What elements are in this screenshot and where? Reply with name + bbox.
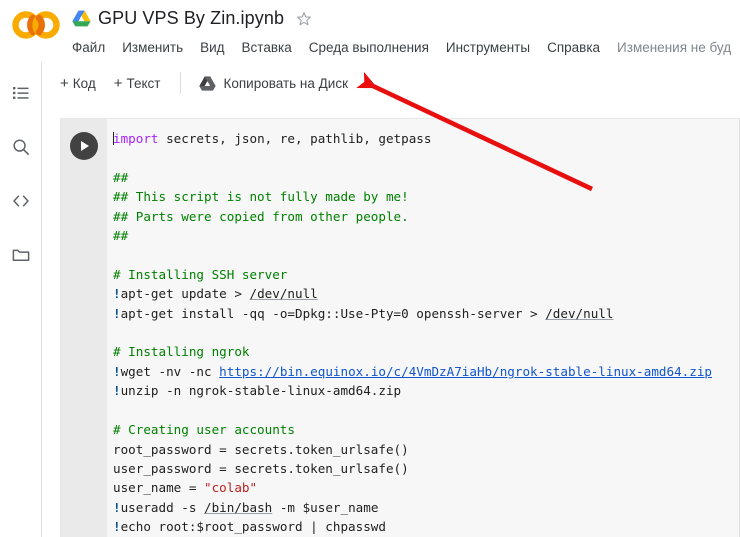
save-status-text: Изменения не буд [617, 39, 732, 55]
menu-item-tools[interactable]: Инструменты [446, 40, 530, 55]
code-content: import secrets, json, re, pathlib, getpa… [113, 131, 713, 535]
add-code-cell-button[interactable]: + Код [60, 76, 96, 91]
sidebar-item-table-of-contents[interactable] [0, 72, 42, 114]
list-icon [13, 87, 29, 99]
drive-triangle-icon [72, 10, 91, 27]
menu-item-help[interactable]: Справка [547, 40, 600, 55]
add-text-label: Текст [126, 75, 161, 91]
notebook-toolbar: + Код + Текст Копировать на Диск [42, 62, 740, 104]
notebook-area: import secrets, json, re, pathlib, getpa… [42, 104, 740, 537]
document-title-row: GPU VPS By Zin.ipynb [72, 5, 313, 32]
copy-to-drive-button[interactable]: Копировать на Диск [199, 76, 348, 91]
colab-logo-icon [12, 11, 60, 39]
sidebar-item-search[interactable] [0, 126, 42, 168]
app-header: GPU VPS By Zin.ipynb Файл Изменить Вид В… [0, 0, 740, 62]
code-editor[interactable]: import secrets, json, re, pathlib, getpa… [107, 119, 740, 537]
menu-item-runtime[interactable]: Среда выполнения [309, 40, 429, 55]
plus-icon: + [113, 74, 123, 92]
sidebar-item-files[interactable] [0, 234, 42, 276]
add-text-cell-button[interactable]: + Текст [114, 76, 161, 91]
play-icon [81, 141, 89, 151]
run-cell-button[interactable] [70, 132, 98, 160]
drive-icon [199, 75, 217, 91]
menu-bar: Файл Изменить Вид Вставка Среда выполнен… [72, 35, 731, 59]
folder-icon [12, 249, 30, 262]
search-icon [13, 139, 30, 156]
colab-logo[interactable] [8, 8, 64, 42]
code-cell[interactable]: import secrets, json, re, pathlib, getpa… [60, 118, 740, 537]
sidebar-item-code-snippets[interactable] [0, 180, 42, 222]
menu-item-edit[interactable]: Изменить [122, 40, 183, 55]
left-sidebar [0, 62, 42, 537]
toolbar-divider [180, 72, 182, 94]
menu-item-file[interactable]: Файл [72, 40, 105, 55]
colab-window: GPU VPS By Zin.ipynb Файл Изменить Вид В… [0, 0, 740, 537]
add-code-label: Код [72, 75, 96, 91]
copy-to-drive-label: Копировать на Диск [223, 75, 348, 91]
menu-item-view[interactable]: Вид [200, 40, 224, 55]
cell-gutter [61, 119, 107, 537]
star-outline-icon[interactable] [295, 10, 313, 28]
code-brackets-icon [13, 195, 29, 207]
menu-item-insert[interactable]: Вставка [242, 40, 292, 55]
page-title: GPU VPS By Zin.ipynb [98, 8, 285, 28]
plus-icon: + [60, 74, 69, 92]
